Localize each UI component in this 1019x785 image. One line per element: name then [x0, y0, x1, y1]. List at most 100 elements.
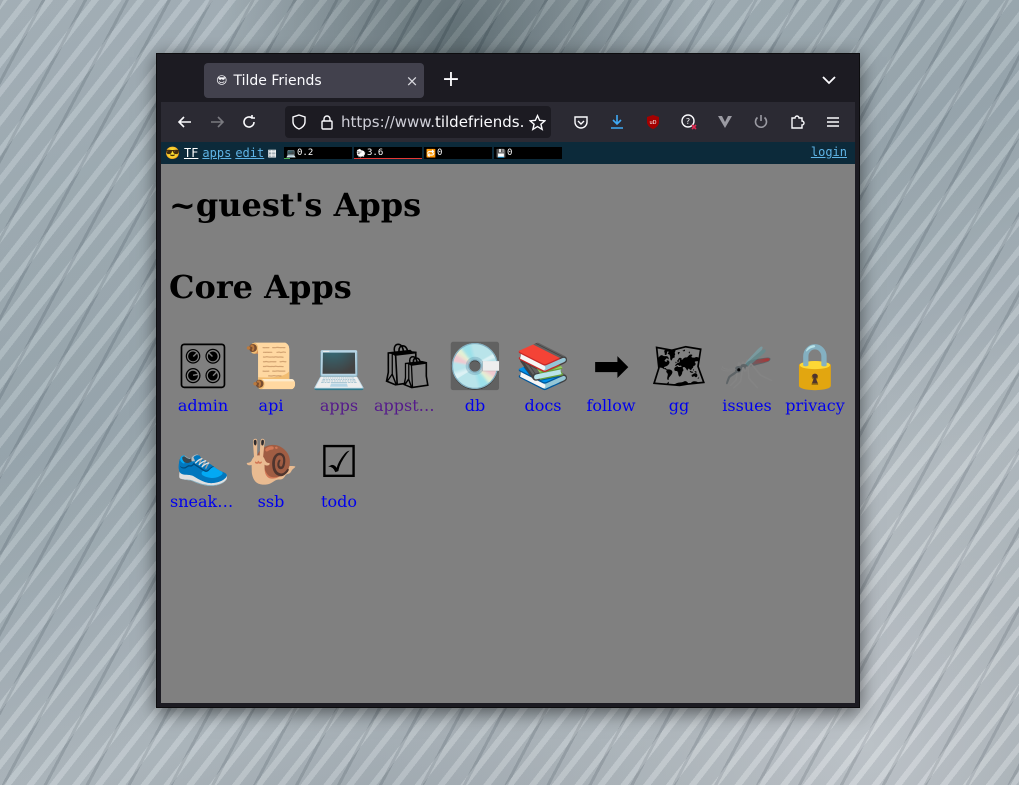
ublock-button[interactable]: uD: [635, 106, 671, 138]
svg-text:?: ?: [686, 117, 690, 126]
stat-memory: 🐑 3.6: [354, 147, 423, 159]
app-label: docs: [524, 396, 562, 415]
tab-title: Tilde Friends: [233, 72, 322, 89]
power-icon: [754, 115, 768, 129]
app-apps[interactable]: 💻 apps: [305, 340, 373, 436]
privacy-blocked-icon: ?: [681, 114, 697, 130]
page-title: ~guest's Apps: [169, 186, 422, 224]
mosquito-icon: 🦟: [719, 341, 775, 392]
tf-home-link[interactable]: TF: [184, 146, 198, 160]
control-knobs-icon: 🎛: [175, 341, 231, 392]
app-admin[interactable]: 🎛 admin: [169, 340, 237, 436]
page-content: 😎 TF apps edit ▦ 💻 0.2 🐑 3.6 🔁 0 💾 0 log…: [161, 142, 855, 703]
app-label: apps: [319, 396, 359, 415]
app-label: admin: [177, 396, 229, 415]
url-scheme: https://www.: [341, 113, 435, 131]
apps-grid: 🎛 admin 📜 api 💻 apps 🛍 appstore 💽 db 📚 docs ➡ f…: [169, 340, 855, 532]
tildefriends-topbar: 😎 TF apps edit ▦ 💻 0.2 🐑 3.6 🔁 0 💾 0 log…: [161, 142, 855, 164]
books-icon: 📚: [515, 341, 571, 392]
app-api[interactable]: 📜 api: [237, 340, 305, 436]
section-title: Core Apps: [169, 268, 352, 306]
laptop-icon: 💻: [311, 341, 367, 392]
pocket-icon: [574, 116, 588, 129]
app-ssb[interactable]: 🐌 ssb: [237, 436, 305, 532]
back-arrow-icon: [177, 116, 191, 128]
repeat-stat-icon: 🔁: [426, 148, 437, 158]
privacy-extension-button[interactable]: ?: [671, 106, 707, 138]
vue-extension-button[interactable]: [707, 106, 743, 138]
stat-cpu-value: 0.2: [297, 148, 314, 158]
v-logo-icon: [718, 116, 732, 128]
stat-connections-value: 0: [437, 148, 443, 158]
reload-button[interactable]: [233, 106, 265, 138]
ublock-shield-icon: uD: [647, 115, 659, 129]
back-button[interactable]: [169, 106, 201, 138]
app-label: db: [464, 396, 486, 415]
tab-bar: 😎 Tilde Friends × +: [161, 58, 855, 102]
minidisc-icon: 💽: [447, 341, 503, 392]
grid-toggle-icon[interactable]: ▦: [268, 146, 276, 161]
downloads-button[interactable]: [599, 106, 635, 138]
tab-tilde-friends[interactable]: 😎 Tilde Friends ×: [204, 63, 424, 98]
login-link[interactable]: login: [811, 145, 847, 159]
sneaker-icon: 👟: [175, 437, 231, 488]
scroll-icon: 📜: [243, 341, 299, 392]
app-todo[interactable]: ☑ todo: [305, 436, 373, 532]
edit-link[interactable]: edit: [235, 146, 264, 160]
app-sneakernet[interactable]: 👟 sneakernet: [169, 436, 237, 532]
sheep-stat-icon: 🐑: [356, 148, 367, 158]
app-label: appstore: [374, 396, 440, 415]
app-privacy[interactable]: 🔒 privacy: [781, 340, 849, 436]
sunglasses-emoji-icon: 😎: [165, 146, 180, 160]
app-label: ssb: [257, 492, 285, 511]
pocket-button[interactable]: [563, 106, 599, 138]
close-tab-icon[interactable]: ×: [400, 72, 424, 90]
stat-storage: 💾 0: [494, 147, 563, 159]
forward-arrow-icon: [211, 116, 225, 128]
bookmark-star-icon[interactable]: [523, 113, 551, 131]
forward-button[interactable]: [201, 106, 233, 138]
stat-memory-bar: [354, 158, 423, 159]
checkbox-icon: ☑: [319, 437, 359, 488]
stat-storage-value: 0: [507, 148, 513, 158]
app-label: todo: [321, 492, 357, 511]
app-docs[interactable]: 📚 docs: [509, 340, 577, 436]
browser-window: 😎 Tilde Friends × + https://www.tildefri…: [156, 53, 860, 708]
world-map-icon: 🗺: [651, 341, 707, 392]
url-text[interactable]: https://www.tildefriends.net: [341, 113, 523, 131]
stat-connections: 🔁 0: [424, 147, 493, 159]
stat-cpu: 💻 0.2: [284, 147, 353, 159]
app-label: follow: [586, 396, 636, 415]
app-label: issues: [722, 396, 772, 415]
app-label: api: [258, 396, 284, 415]
menu-button[interactable]: [815, 106, 851, 138]
disk-stat-icon: 💾: [496, 148, 507, 158]
new-tab-button[interactable]: +: [437, 66, 465, 94]
app-label: privacy: [785, 396, 845, 415]
stat-cpu-bar: [284, 158, 291, 159]
toolbar-extensions: uD ?: [563, 106, 851, 138]
tab-favicon-icon: 😎: [216, 74, 228, 87]
extensions-button[interactable]: [779, 106, 815, 138]
svg-text:uD: uD: [649, 120, 656, 126]
lock-icon[interactable]: [313, 114, 341, 130]
url-host: tildefriends.net: [434, 113, 523, 131]
app-gg[interactable]: 🗺 gg: [645, 340, 713, 436]
app-issues[interactable]: 🦟 issues: [713, 340, 781, 436]
reload-icon: [243, 115, 255, 128]
lock-icon: 🔒: [787, 341, 843, 392]
stat-memory-value: 3.6: [367, 148, 384, 158]
snail-icon: 🐌: [243, 437, 299, 488]
app-appstore[interactable]: 🛍 appstore: [373, 340, 441, 436]
app-follow[interactable]: ➡ follow: [577, 340, 645, 436]
list-all-tabs-icon[interactable]: [819, 70, 839, 90]
app-label: sneakernet: [170, 492, 236, 511]
apps-link[interactable]: apps: [202, 146, 231, 160]
shopping-bags-icon: 🛍: [379, 341, 435, 392]
tracking-protection-shield-icon[interactable]: [285, 114, 313, 130]
download-icon: [611, 115, 623, 129]
laptop-stat-icon: 💻: [286, 148, 297, 158]
power-extension-button[interactable]: [743, 106, 779, 138]
app-db[interactable]: 💽 db: [441, 340, 509, 436]
url-bar[interactable]: https://www.tildefriends.net: [285, 106, 551, 138]
